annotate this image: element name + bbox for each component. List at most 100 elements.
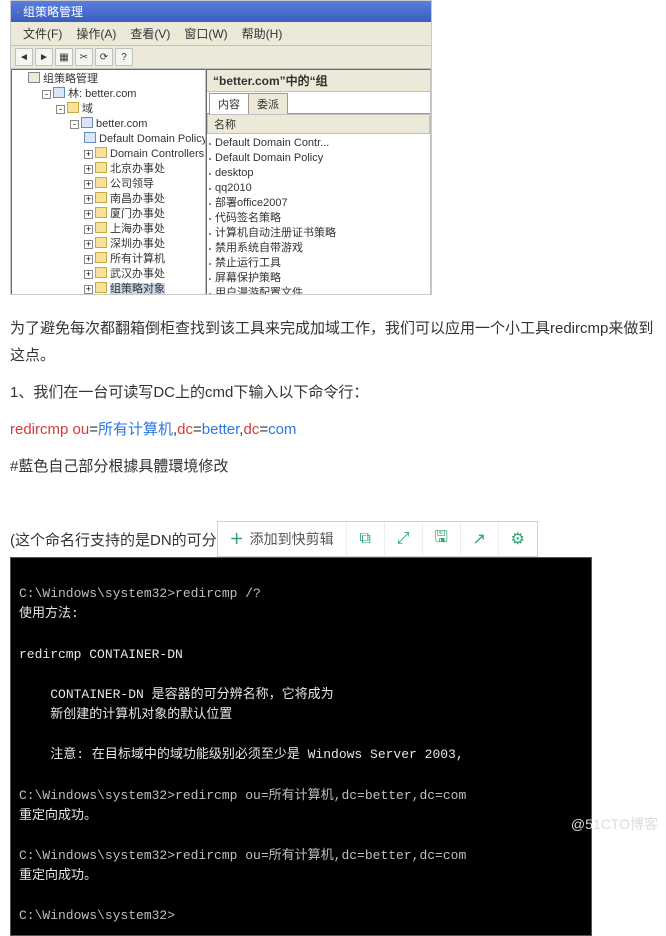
expander-icon[interactable]: + [84, 210, 93, 219]
toolbar-btn[interactable]: ▦ [55, 48, 73, 66]
expander-icon[interactable]: - [56, 105, 65, 114]
list-item-label: desktop [215, 166, 254, 181]
list-item-label: Default Domain Contr... [215, 136, 329, 151]
tree-item[interactable]: 北京办事处 [110, 163, 165, 175]
tree-item[interactable]: 厦门办事处 [110, 208, 165, 220]
menu-help[interactable]: 帮助(H) [236, 24, 289, 43]
menu-action[interactable]: 操作(A) [70, 24, 122, 43]
paragraph: 为了避免每次都翻箱倒柜查找到该工具来完成加域工作，我们可以应用一个小工具redi… [10, 315, 656, 369]
gpo-icon [209, 143, 211, 145]
nav-back-icon[interactable]: ◄ [15, 48, 33, 66]
forest-icon [53, 87, 65, 98]
gpo-icon [209, 293, 211, 295]
gpo-icon [209, 263, 211, 265]
term-line: 重定向成功。 [19, 808, 97, 823]
tree-item[interactable]: 所有计算机 [110, 253, 165, 265]
tree-item[interactable]: 公司领导 [110, 178, 154, 190]
tree-item[interactable]: Domain Controllers [110, 148, 204, 160]
nav-fwd-icon[interactable]: ► [35, 48, 53, 66]
list-item-label: 用户漫游配置文件 [215, 286, 303, 295]
expander-icon[interactable]: + [84, 150, 93, 159]
tab-content[interactable]: 内容 [209, 93, 249, 114]
list-header[interactable]: 名称 [207, 114, 430, 134]
add-to-clip-button[interactable]: ＋ 添加到快剪辑 [218, 522, 347, 556]
list-item-label: 禁止运行工具 [215, 256, 281, 271]
expander-icon[interactable]: + [84, 165, 93, 174]
app-icon [17, 11, 19, 13]
tree-item[interactable]: 组策略对象 [110, 283, 165, 295]
term-line: C:\Windows\system32> [19, 908, 175, 923]
paragraph: #藍色自己部分根據具體環境修改 [10, 453, 656, 480]
gpo-icon [209, 158, 211, 160]
expander-icon[interactable]: + [84, 285, 93, 294]
list-item[interactable]: 禁用系统自带游戏 [209, 241, 428, 256]
list-item-label: 屏幕保护策略 [215, 271, 281, 286]
gpo-icon [84, 132, 96, 143]
detail-tabs: 内容 委派 [207, 92, 430, 114]
toolbar: ◄ ► ▦ ✂ ⟳ ? [11, 46, 431, 69]
gpo-icon [209, 203, 211, 205]
plus-icon: ＋ [230, 529, 244, 549]
list-item[interactable]: Default Domain Policy [209, 151, 428, 166]
gpo-icon [209, 188, 211, 190]
list-item[interactable]: 禁止运行工具 [209, 256, 428, 271]
article-body: 为了避免每次都翻箱倒柜查找到该工具来完成加域工作，我们可以应用一个小工具redi… [0, 295, 666, 521]
clip-row: (这个命名行支持的是DN的可分 ＋ 添加到快剪辑 ⧉ ⤢ 🖫 ↗ ⚙ [10, 521, 666, 557]
list-item[interactable]: 代码签名策略 [209, 211, 428, 226]
refresh-icon[interactable]: ⟳ [95, 48, 113, 66]
expander-icon[interactable]: + [84, 240, 93, 249]
save-icon[interactable]: 🖫 [423, 522, 461, 556]
list-item-label: 禁用系统自带游戏 [215, 241, 303, 256]
expander-icon[interactable]: + [84, 270, 93, 279]
tree-root-icon [28, 72, 40, 83]
list-item[interactable]: Default Domain Contr... [209, 136, 428, 151]
term-line: C:\Windows\system32>redircmp ou=所有计算机,dc… [19, 848, 466, 863]
list-item[interactable]: 屏幕保护策略 [209, 271, 428, 286]
gpo-list[interactable]: Default Domain Contr...Default Domain Po… [207, 134, 430, 295]
cmd-ou-value: 所有计算机 [98, 421, 173, 438]
tree-item[interactable]: 南昌办事处 [110, 193, 165, 205]
cut-icon[interactable]: ✂ [75, 48, 93, 66]
term-line: CONTAINER-DN 是容器的可分辨名称，它将成为 [19, 687, 334, 702]
list-item[interactable]: 用户漫游配置文件 [209, 286, 428, 295]
paragraph: 1、我们在一台可读写DC上的cmd下输入以下命令行： [10, 379, 656, 406]
expander-icon[interactable]: - [42, 90, 51, 99]
list-item[interactable]: 部署office2007 [209, 196, 428, 211]
gear-icon[interactable]: ⚙ [499, 522, 537, 556]
cmd-redircmp: redircmp ou [10, 421, 89, 438]
list-item[interactable]: qq2010 [209, 181, 428, 196]
term-line: redircmp CONTAINER-DN [19, 647, 183, 662]
list-item-label: 代码签名策略 [215, 211, 281, 226]
tree-item[interactable]: 武汉办事处 [110, 268, 165, 280]
expander-icon[interactable]: + [84, 195, 93, 204]
tree-panel[interactable]: 组策略管理 -林: better.com -域 -better.com Defa… [11, 69, 206, 295]
tree-forest[interactable]: 林: better.com [68, 88, 136, 100]
menu-file[interactable]: 文件(F) [17, 24, 68, 43]
fullscreen-icon[interactable]: ⤢ [385, 522, 423, 556]
list-item[interactable]: desktop [209, 166, 428, 181]
folder-icon [95, 282, 107, 293]
tree-root[interactable]: 组策略管理 [43, 73, 98, 85]
help-icon[interactable]: ? [115, 48, 133, 66]
expander-icon[interactable]: + [84, 255, 93, 264]
folder-icon [95, 162, 107, 173]
term-line: 使用方法: [19, 606, 79, 621]
tree-item[interactable]: 深圳办事处 [110, 238, 165, 250]
tree-item[interactable]: Default Domain Policy [99, 133, 206, 145]
share-icon[interactable]: ↗ [461, 522, 499, 556]
menu-view[interactable]: 查看(V) [124, 24, 176, 43]
menu-window[interactable]: 窗口(W) [178, 24, 233, 43]
tab-delegation[interactable]: 委派 [248, 93, 288, 114]
tree-domain[interactable]: better.com [96, 118, 147, 130]
list-item[interactable]: 计算机自动注册证书策略 [209, 226, 428, 241]
cmd-dc-value: com [268, 421, 296, 438]
tree-item[interactable]: 上海办事处 [110, 223, 165, 235]
paragraph-prefix: (这个命名行支持的是DN的可分 [10, 529, 217, 550]
expander-icon[interactable]: + [84, 225, 93, 234]
gpo-icon [209, 218, 211, 220]
expander-icon[interactable]: + [84, 180, 93, 189]
tree-domains[interactable]: 域 [82, 103, 93, 115]
folder-icon [95, 177, 107, 188]
expander-icon[interactable]: - [70, 120, 79, 129]
copy-icon[interactable]: ⧉ [347, 522, 385, 556]
